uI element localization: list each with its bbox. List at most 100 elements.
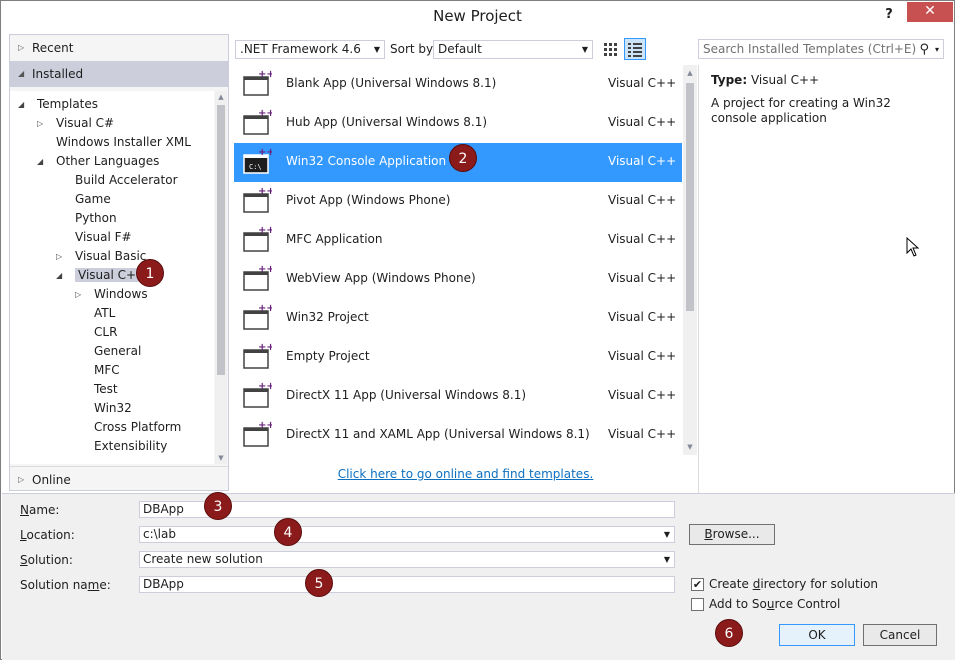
tree-item-label: Python bbox=[75, 211, 117, 225]
tree-item[interactable]: General bbox=[75, 342, 141, 361]
template-scroll-thumb[interactable] bbox=[686, 83, 694, 311]
tree-item[interactable]: ATL bbox=[75, 304, 115, 323]
source-control-checkbox[interactable] bbox=[691, 598, 704, 611]
tree-item-label: Build Accelerator bbox=[75, 173, 178, 187]
expand-arrow-icon[interactable]: ▷ bbox=[56, 247, 62, 266]
template-row[interactable]: ++ DirectX 11 and XAML App (Universal Win… bbox=[234, 416, 682, 455]
tree-item-label: Win32 bbox=[94, 401, 132, 415]
tree-item[interactable]: ▷ Visual C# bbox=[37, 114, 114, 133]
tree-item-label: ATL bbox=[94, 306, 116, 320]
template-list: ++ Blank App (Universal Windows 8.1) Visua… bbox=[234, 65, 682, 493]
solution-dropdown[interactable]: Create new solution ▼ bbox=[139, 551, 675, 568]
svg-text:++: ++ bbox=[258, 264, 272, 275]
tree-scrollbar[interactable]: ▲ ▼ bbox=[215, 91, 227, 464]
tree-item[interactable]: ▷ Visual Basic bbox=[56, 247, 146, 266]
template-row[interactable]: ++ Empty Project Visual C++ bbox=[234, 338, 682, 377]
expand-arrow-icon[interactable]: ▷ bbox=[75, 285, 81, 304]
expand-arrow-icon: ▷ bbox=[18, 475, 25, 484]
hub-app-icon: ++ bbox=[242, 108, 275, 138]
collapse-arrow-icon[interactable]: ◢ bbox=[37, 152, 43, 171]
template-language: Visual C++ bbox=[608, 193, 677, 207]
template-name: Pivot App (Windows Phone) bbox=[286, 193, 451, 207]
location-dropdown[interactable]: c:\lab ▼ bbox=[139, 526, 675, 543]
scroll-up-icon[interactable]: ▲ bbox=[684, 67, 696, 79]
search-icon[interactable]: ⚲ bbox=[919, 41, 929, 59]
callout-4: 4 bbox=[274, 518, 302, 546]
tree-item[interactable]: Game bbox=[56, 190, 111, 209]
list-view-button[interactable] bbox=[624, 38, 646, 60]
browse-button[interactable]: Browse... bbox=[689, 524, 775, 545]
win32-project-icon: ++ bbox=[242, 303, 275, 333]
template-language: Visual C++ bbox=[608, 388, 677, 402]
template-row[interactable]: ++ Blank App (Universal Windows 8.1) Visua… bbox=[234, 65, 682, 104]
template-row[interactable]: ++ MFC Application Visual C++ bbox=[234, 221, 682, 260]
collapse-arrow-icon[interactable]: ◢ bbox=[56, 266, 62, 285]
window-title: New Project bbox=[433, 7, 522, 25]
tree-item-label: Windows bbox=[94, 287, 148, 301]
console-app-icon: C:\ ++ bbox=[242, 147, 275, 177]
template-row[interactable]: ++ DirectX 11 App (Universal Windows 8.1)… bbox=[234, 377, 682, 416]
tree-item[interactable]: Build Accelerator bbox=[56, 171, 178, 190]
webview-app-icon: ++ bbox=[242, 264, 275, 294]
template-row[interactable]: ++ Win32 Project Visual C++ bbox=[234, 299, 682, 338]
create-directory-label[interactable]: Create directory for solution bbox=[709, 577, 878, 591]
template-scrollbar[interactable]: ▲ ▼ bbox=[683, 65, 697, 455]
collapse-arrow-icon[interactable]: ◢ bbox=[18, 95, 24, 114]
tree-scroll-thumb[interactable] bbox=[217, 105, 225, 375]
grid-view-button[interactable] bbox=[601, 39, 621, 59]
tree-item-label: Test bbox=[94, 382, 118, 396]
tree-item[interactable]: Python bbox=[56, 209, 117, 228]
mfc-app-icon: ++ bbox=[242, 225, 275, 255]
solution-value: Create new solution bbox=[143, 552, 263, 566]
create-directory-checkbox[interactable]: ✔ bbox=[691, 578, 704, 591]
scroll-down-icon[interactable]: ▼ bbox=[684, 441, 696, 453]
sort-by-value: Default bbox=[438, 42, 482, 56]
tree-item[interactable]: ◢ Templates bbox=[18, 95, 98, 114]
template-name: Blank App (Universal Windows 8.1) bbox=[286, 76, 497, 90]
cancel-button[interactable]: Cancel bbox=[863, 624, 937, 646]
tree-item[interactable]: Extensibility bbox=[75, 437, 167, 456]
pivot-app-icon: ++ bbox=[242, 186, 275, 216]
tree-item[interactable]: Test bbox=[75, 380, 118, 399]
tree-item[interactable]: ▷ Windows bbox=[75, 285, 148, 304]
chevron-down-icon[interactable]: ▾ bbox=[935, 41, 939, 59]
template-row[interactable]: ++ Hub App (Universal Windows 8.1) Visual … bbox=[234, 104, 682, 143]
sort-by-dropdown[interactable]: Default ▼ bbox=[433, 40, 593, 59]
scroll-up-icon[interactable]: ▲ bbox=[215, 91, 227, 103]
solution-label: Solution: bbox=[20, 553, 73, 567]
close-button[interactable]: ✕ bbox=[907, 2, 953, 22]
online-templates-link[interactable]: Click here to go online and find templat… bbox=[234, 467, 697, 481]
tree-item[interactable]: ◢ Other Languages bbox=[37, 152, 159, 171]
expand-arrow-icon[interactable]: ▷ bbox=[37, 114, 43, 133]
tree-item[interactable]: Windows Installer XML bbox=[37, 133, 191, 152]
location-label: Location: bbox=[20, 528, 75, 542]
help-button[interactable]: ? bbox=[879, 5, 899, 25]
source-control-label[interactable]: Add to Source Control bbox=[709, 597, 840, 611]
nav-online[interactable]: ▷ Online bbox=[10, 466, 228, 492]
tree-item[interactable]: Win32 bbox=[75, 399, 132, 418]
callout-3: 3 bbox=[204, 492, 232, 520]
template-language: Visual C++ bbox=[608, 349, 677, 363]
tree-item[interactable]: CLR bbox=[75, 323, 117, 342]
template-row[interactable]: ++ Pivot App (Windows Phone) Visual C++ bbox=[234, 182, 682, 221]
sort-by-label: Sort by: bbox=[390, 42, 437, 56]
tree-item[interactable]: Visual F# bbox=[56, 228, 132, 247]
tree-item[interactable]: MFC bbox=[75, 361, 120, 380]
chevron-down-icon: ▼ bbox=[373, 45, 380, 54]
solution-name-input[interactable]: DBApp bbox=[139, 576, 675, 593]
ok-button[interactable]: OK bbox=[779, 624, 855, 646]
nav-recent[interactable]: ▷ Recent bbox=[10, 35, 228, 61]
nav-recent-label: Recent bbox=[32, 41, 74, 55]
svg-text:++: ++ bbox=[258, 147, 272, 158]
template-language: Visual C++ bbox=[608, 271, 677, 285]
name-label: Name: bbox=[20, 503, 60, 517]
search-input[interactable]: Search Installed Templates (Ctrl+E) ⚲ ▾ bbox=[698, 39, 944, 59]
grid-view-icon bbox=[604, 43, 617, 56]
scroll-down-icon[interactable]: ▼ bbox=[215, 452, 227, 464]
template-row[interactable]: ++ WebView App (Windows Phone) Visual C++ bbox=[234, 260, 682, 299]
framework-dropdown[interactable]: .NET Framework 4.6 ▼ bbox=[235, 40, 385, 59]
tree-item[interactable]: Cross Platform bbox=[75, 418, 181, 437]
nav-installed[interactable]: ◢ Installed bbox=[10, 61, 228, 87]
directx-xaml-app-icon: ++ bbox=[242, 420, 275, 450]
tree-item[interactable]: ◢ Visual C++ bbox=[56, 266, 150, 285]
